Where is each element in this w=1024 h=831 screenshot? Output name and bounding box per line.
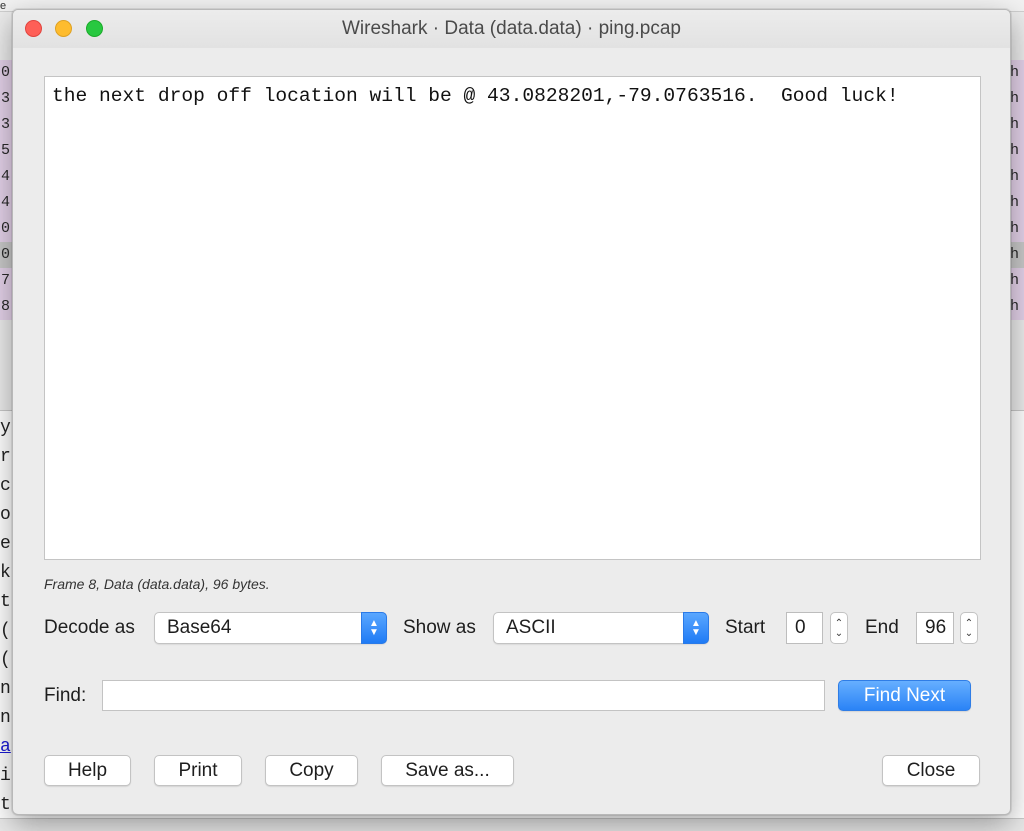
background-row-text: h <box>1010 64 1020 81</box>
end-stepper[interactable]: ⌃ ⌄ <box>960 612 978 644</box>
chevron-down-icon: ⌄ <box>964 628 974 639</box>
background-row-text: h <box>1010 220 1020 237</box>
show-as-label: Show as <box>403 617 476 638</box>
background-detail-line: r <box>0 447 11 467</box>
background-detail-line: i <box>0 766 11 786</box>
background-detail-line: n <box>0 679 11 699</box>
background-status-bar <box>0 818 1024 831</box>
background-row-text: 0 <box>1 220 11 237</box>
find-next-button[interactable]: Find Next <box>838 680 971 711</box>
background-top-text: e <box>0 0 7 12</box>
background-row-text: h <box>1010 246 1020 263</box>
background-row-text: h <box>1010 142 1020 159</box>
background-row-text: h <box>1010 168 1020 185</box>
background-detail-line: y <box>0 418 11 438</box>
chevron-down-icon: ▼ <box>691 627 701 638</box>
end-field[interactable]: 96 <box>916 612 954 644</box>
decode-as-value: Base64 <box>167 617 232 638</box>
background-row-text: 5 <box>1 142 11 159</box>
show-as-stepper[interactable]: ▲ ▼ <box>683 612 709 644</box>
background-row-text: 4 <box>1 194 11 211</box>
background-row-text: h <box>1010 272 1020 289</box>
find-input[interactable] <box>102 680 825 711</box>
background-row-text: h <box>1010 194 1020 211</box>
window-title: Wireshark · Data (data.data) · ping.pcap <box>342 18 681 39</box>
background-row-text: 7 <box>1 272 11 289</box>
print-button[interactable]: Print <box>154 755 242 786</box>
background-row-text: 0 <box>1 246 11 263</box>
background-row-text: 0 <box>1 64 11 81</box>
chevron-down-icon: ⌄ <box>834 628 844 639</box>
background-row-text: 3 <box>1 116 11 133</box>
decode-as-label: Decode as <box>44 617 135 638</box>
background-row-text: 8 <box>1 298 11 315</box>
background-row-text: h <box>1010 116 1020 133</box>
show-as-select[interactable]: ASCII ▲ ▼ <box>493 612 709 644</box>
background-row-text: 4 <box>1 168 11 185</box>
background-detail-line: ( <box>0 621 11 641</box>
title-bar: Wireshark · Data (data.data) · ping.pcap <box>13 10 1010 48</box>
start-label: Start <box>725 617 766 638</box>
background-detail-line: t <box>0 795 11 815</box>
decode-as-select[interactable]: Base64 ▲ ▼ <box>154 612 387 644</box>
find-label: Find: <box>44 685 87 706</box>
background-detail-line: a <box>0 737 11 757</box>
background-detail-line: c <box>0 476 11 496</box>
background-detail-line: n <box>0 708 11 728</box>
show-as-value: ASCII <box>506 617 556 638</box>
frame-info-label: Frame 8, Data (data.data), 96 bytes. <box>44 576 270 592</box>
background-row-text: h <box>1010 298 1020 315</box>
save-as-button[interactable]: Save as... <box>381 755 514 786</box>
copy-button[interactable]: Copy <box>265 755 358 786</box>
start-stepper[interactable]: ⌃ ⌄ <box>830 612 848 644</box>
end-label: End <box>865 617 899 638</box>
background-detail-line: o <box>0 505 11 525</box>
background-detail-line: e <box>0 534 11 554</box>
background-detail-line: k <box>0 563 11 583</box>
close-button[interactable]: Close <box>882 755 980 786</box>
decode-as-stepper[interactable]: ▲ ▼ <box>361 612 387 644</box>
background-detail-line: t <box>0 592 11 612</box>
background-row-text: 3 <box>1 90 11 107</box>
background-row-text: h <box>1010 90 1020 107</box>
start-field[interactable]: 0 <box>786 612 823 644</box>
background-detail-line: ( <box>0 650 11 670</box>
chevron-down-icon: ▼ <box>369 627 379 638</box>
bytes-text-area[interactable]: the next drop off location will be @ 43.… <box>44 76 981 560</box>
help-button[interactable]: Help <box>44 755 131 786</box>
show-packet-bytes-dialog: Wireshark · Data (data.data) · ping.pcap… <box>12 9 1011 815</box>
